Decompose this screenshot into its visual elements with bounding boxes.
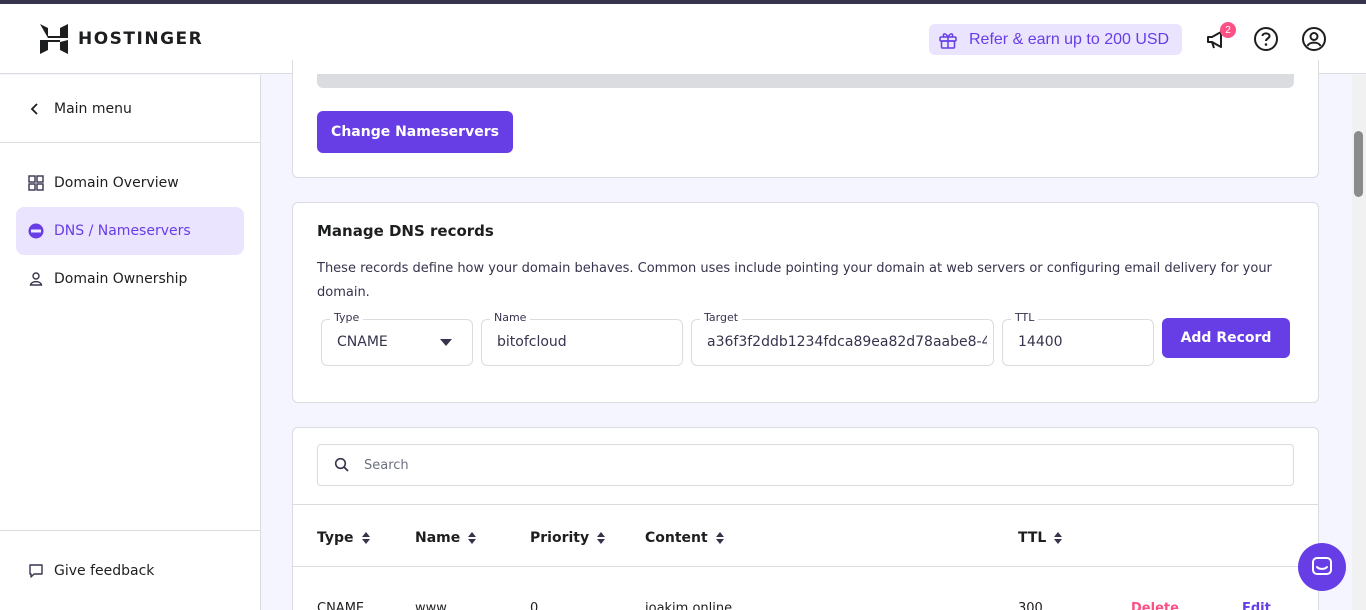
scrollbar-thumb[interactable]	[1354, 131, 1363, 197]
records-search-input[interactable]: Search	[317, 444, 1294, 486]
name-value: bitofcloud	[497, 334, 567, 350]
column-header-label: Priority	[530, 530, 590, 546]
column-header-ttl[interactable]: TTL	[1018, 530, 1063, 546]
grid-icon	[28, 175, 44, 191]
row-priority: 0	[530, 601, 539, 610]
manage-dns-card: Manage DNS records These records define …	[292, 202, 1319, 403]
target-field[interactable]: Target a36f3f2ddb1234fdca89ea82d78aabe8-…	[691, 311, 994, 366]
column-header-type[interactable]: Type	[317, 530, 370, 546]
caret-down-icon	[440, 339, 452, 346]
refer-earn-button[interactable]: Refer & earn up to 200 USD	[929, 24, 1182, 55]
dns-icon	[28, 223, 44, 239]
ttl-label: TTL	[1011, 311, 1039, 324]
row-content: joakim.online	[645, 601, 733, 610]
row-name: www	[415, 601, 447, 610]
chat-bubble-icon	[29, 563, 43, 578]
search-icon	[334, 457, 349, 472]
row-type: CNAME	[317, 601, 365, 610]
name-label: Name	[490, 311, 531, 324]
hostinger-logo[interactable]: HOSTINGER	[40, 24, 203, 54]
sidebar-item-label: Domain Overview	[54, 175, 179, 191]
type-label: Type	[330, 311, 364, 324]
main-menu-link[interactable]: Main menu	[0, 75, 260, 143]
change-nameservers-button[interactable]: Change Nameservers	[317, 111, 513, 153]
ttl-field[interactable]: TTL 14400	[1002, 311, 1154, 366]
type-value: CNAME	[337, 334, 388, 350]
sidebar-item-domain-overview[interactable]: Domain Overview	[16, 159, 244, 207]
chevron-left-icon	[30, 102, 38, 115]
sort-icon	[468, 532, 477, 544]
chat-icon	[1312, 557, 1332, 575]
sidebar-item-label: DNS / Nameservers	[54, 223, 191, 239]
type-select[interactable]: Type CNAME	[321, 311, 473, 366]
give-feedback-link[interactable]: Give feedback	[0, 530, 260, 610]
sort-icon	[715, 532, 724, 544]
manage-dns-title: Manage DNS records	[317, 222, 494, 240]
notifications-button[interactable]: 2	[1204, 22, 1236, 52]
sort-icon	[1054, 532, 1063, 544]
sort-icon	[597, 532, 606, 544]
name-field[interactable]: Name bitofcloud	[481, 311, 683, 366]
delete-record-button[interactable]: Delete	[1131, 601, 1179, 610]
records-table-header: Type Name Priority Content TTL	[293, 504, 1318, 567]
notification-badge: 2	[1220, 22, 1236, 38]
help-icon	[1254, 27, 1278, 51]
add-record-button[interactable]: Add Record	[1162, 318, 1290, 358]
nameservers-info-bar	[317, 74, 1294, 88]
column-header-priority[interactable]: Priority	[530, 530, 606, 546]
dns-records-card: Search Type Name Priority Content TTL CN…	[292, 427, 1319, 610]
page-scrollbar[interactable]	[1352, 75, 1366, 610]
search-placeholder: Search	[364, 457, 409, 473]
sort-icon	[361, 532, 370, 544]
sidebar: Main menu Domain Overview DNS / Nameserv…	[0, 75, 261, 610]
target-label: Target	[700, 311, 743, 324]
column-header-label: Name	[415, 530, 461, 546]
target-value: a36f3f2ddb1234fdca89ea82d78aabe8-47	[707, 334, 987, 350]
brand-name: HOSTINGER	[78, 29, 204, 49]
column-header-name[interactable]: Name	[415, 530, 477, 546]
sidebar-item-domain-ownership[interactable]: Domain Ownership	[16, 255, 244, 303]
main-menu-label: Main menu	[54, 100, 132, 117]
column-header-label: Content	[645, 530, 708, 546]
column-header-content[interactable]: Content	[645, 530, 724, 546]
ttl-value: 14400	[1018, 334, 1063, 350]
sidebar-item-label: Domain Ownership	[54, 271, 188, 287]
account-button[interactable]	[1301, 26, 1327, 52]
gift-icon	[939, 32, 957, 49]
help-button[interactable]	[1253, 26, 1279, 52]
row-ttl: 300	[1018, 601, 1043, 610]
person-icon	[29, 272, 43, 286]
column-header-label: TTL	[1018, 530, 1047, 546]
hostinger-logo-icon	[40, 24, 68, 54]
manage-dns-description: These records define how your domain beh…	[317, 261, 1272, 300]
give-feedback-label: Give feedback	[54, 562, 155, 579]
edit-record-button[interactable]: Edit	[1242, 601, 1271, 610]
column-header-label: Type	[317, 530, 354, 546]
nameservers-card: Change Nameservers	[292, 60, 1319, 178]
live-chat-button[interactable]	[1298, 543, 1346, 591]
refer-earn-label: Refer & earn up to 200 USD	[969, 30, 1170, 48]
user-circle-icon	[1302, 27, 1326, 51]
sidebar-item-dns-nameservers[interactable]: DNS / Nameservers	[16, 207, 244, 255]
